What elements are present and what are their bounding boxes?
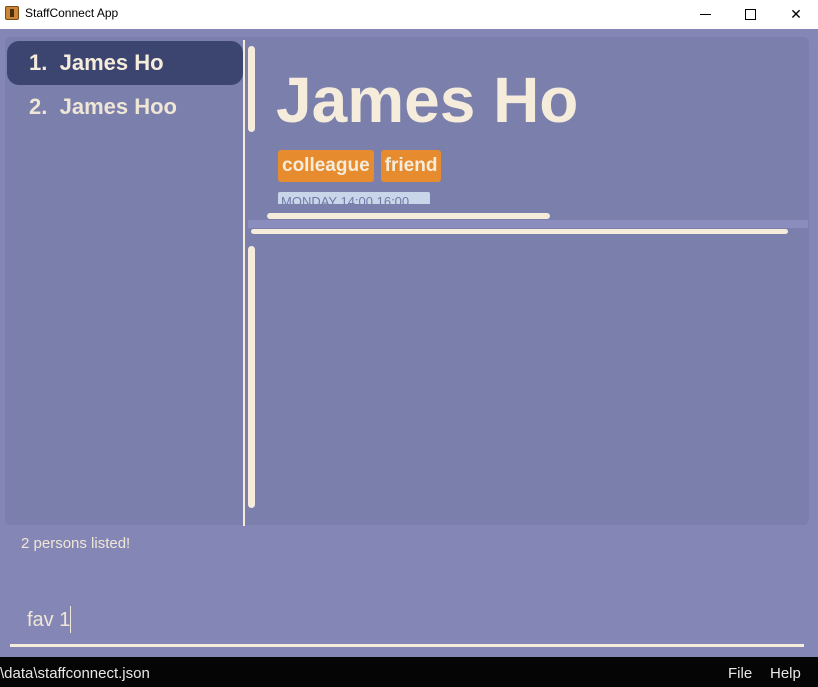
person-name: James Ho <box>59 50 164 75</box>
window-title: StaffConnect App <box>25 6 119 20</box>
close-button[interactable]: ✕ <box>773 0 818 29</box>
save-location: \data\staffconnect.json <box>0 665 150 682</box>
menu-help[interactable]: Help <box>770 665 801 682</box>
person-index: 1. <box>29 50 48 75</box>
app-icon <box>5 6 19 20</box>
tag-friend: friend <box>380 150 442 182</box>
title-bar: StaffConnect App ✕ <box>0 0 818 29</box>
tag-list: colleague friend <box>278 150 442 182</box>
lower-vertical-scrollbar[interactable] <box>248 246 255 508</box>
maximize-button[interactable] <box>727 0 773 29</box>
person-list-item-2[interactable]: 2. James Hoo <box>7 85 243 129</box>
detail-vertical-scrollbar[interactable] <box>248 46 255 132</box>
panel-separator <box>248 220 808 228</box>
menu-file[interactable]: File <box>728 665 752 682</box>
text-caret <box>70 606 71 633</box>
schedule-chip: MONDAY 14:00 16:00 <box>278 192 430 204</box>
detail-person-name: James Ho <box>276 64 579 136</box>
result-display: 2 persons listed! <box>21 535 131 552</box>
person-name: James Hoo <box>59 94 177 119</box>
command-input[interactable] <box>27 605 787 635</box>
maximize-icon <box>744 9 756 20</box>
command-underline <box>10 644 804 647</box>
schedule-container: MONDAY 14:00 16:00 <box>278 192 430 204</box>
close-icon: ✕ <box>790 6 802 23</box>
tag-colleague: colleague <box>278 150 374 182</box>
person-list-item-1[interactable]: 1. James Ho <box>7 41 243 85</box>
minimize-button[interactable] <box>682 0 728 29</box>
person-index: 2. <box>29 94 48 119</box>
status-bar: \data\staffconnect.json File Help <box>0 657 818 687</box>
detail-horizontal-scrollbar[interactable] <box>267 213 550 219</box>
minimize-icon <box>699 14 711 15</box>
lower-horizontal-scrollbar[interactable] <box>251 229 788 234</box>
split-divider[interactable] <box>243 40 245 526</box>
